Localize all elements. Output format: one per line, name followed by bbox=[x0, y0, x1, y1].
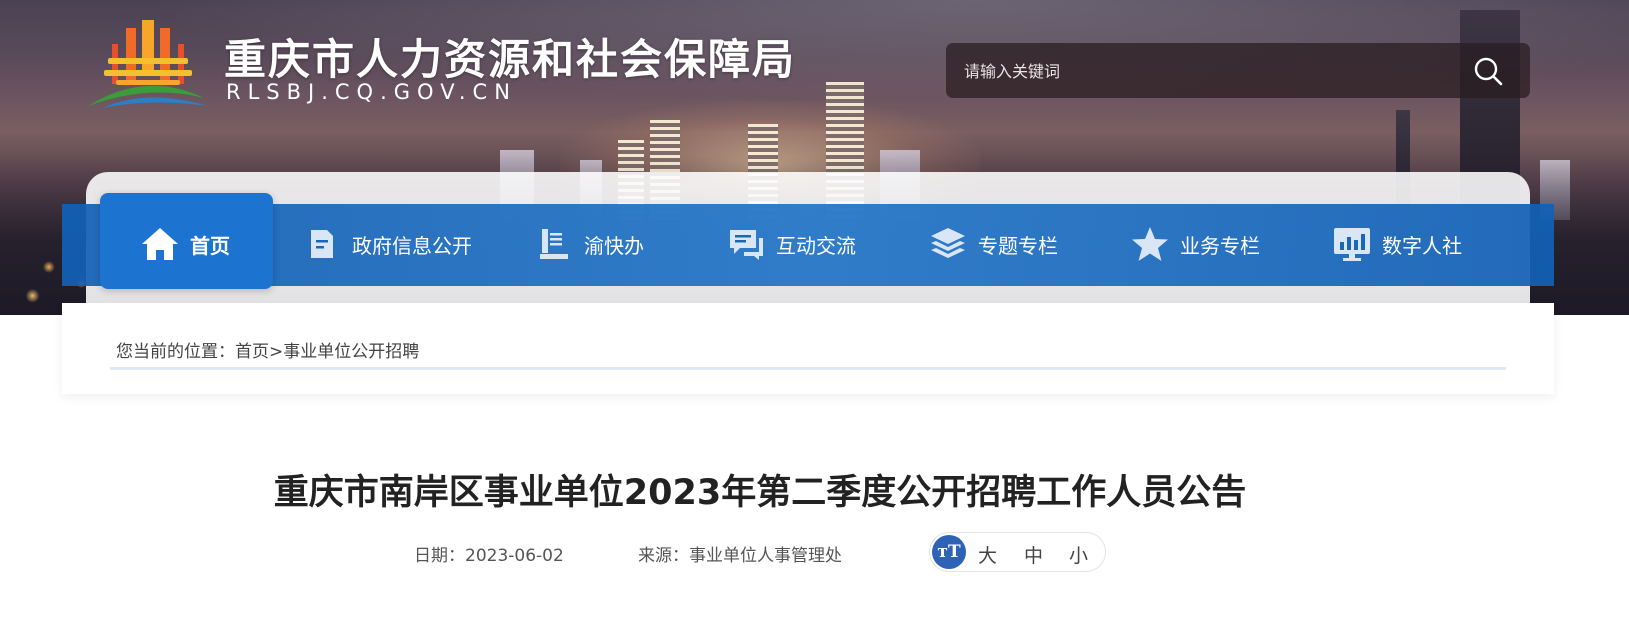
book-icon bbox=[540, 229, 568, 259]
nav-item-gov-info[interactable]: 政府信息公开 bbox=[302, 222, 472, 266]
breadcrumb-current-link[interactable]: 事业单位公开招聘 bbox=[283, 342, 419, 362]
search-box bbox=[946, 43, 1530, 98]
site-title[interactable]: 重庆市人力资源和社会保障局 bbox=[224, 26, 796, 87]
nav-item-label: 专题专栏 bbox=[978, 233, 1058, 258]
nav-item-label: 业务专栏 bbox=[1180, 233, 1260, 258]
font-size-icon: тT bbox=[932, 535, 966, 569]
font-size-medium-button[interactable]: 中 bbox=[1024, 541, 1043, 568]
article-title: 重庆市南岸区事业单位2023年第二季度公开招聘工作人员公告 bbox=[273, 473, 1247, 513]
nav-item-label: 互动交流 bbox=[776, 233, 856, 258]
breadcrumb-prefix: 您当前的位置： bbox=[116, 342, 235, 362]
nav-item-interaction[interactable]: 互动交流 bbox=[726, 222, 856, 266]
nav-item-yukuaiban[interactable]: 渝快办 bbox=[534, 222, 644, 266]
nav-item-label: 首页 bbox=[190, 233, 230, 258]
nav-item-digital[interactable]: 数字人社 bbox=[1332, 222, 1462, 266]
breadcrumb-separator: > bbox=[269, 342, 284, 362]
font-size-large-button[interactable]: 大 bbox=[978, 541, 997, 568]
monitor-chart-icon bbox=[1334, 228, 1370, 261]
bureau-logo[interactable] bbox=[86, 18, 210, 112]
breadcrumb: 您当前的位置：首页>事业单位公开招聘 bbox=[116, 337, 419, 362]
search-input[interactable] bbox=[964, 55, 1444, 87]
nav-item-label: 政府信息公开 bbox=[352, 233, 472, 258]
site-domain: RLSBJ.CQ.GOV.CN bbox=[226, 80, 517, 104]
nav-item-home[interactable]: 首页 bbox=[140, 222, 230, 266]
nav-item-business[interactable]: 业务专栏 bbox=[1130, 222, 1260, 266]
document-icon bbox=[311, 230, 333, 258]
article-date: 日期：2023-06-02 bbox=[414, 546, 564, 566]
home-icon bbox=[142, 228, 178, 260]
nav-item-label: 数字人社 bbox=[1382, 233, 1462, 258]
star-icon bbox=[1132, 227, 1168, 261]
article-source: 来源：事业单位人事管理处 bbox=[638, 546, 842, 566]
layers-icon bbox=[931, 228, 965, 258]
breadcrumb-home-link[interactable]: 首页 bbox=[235, 342, 269, 362]
breadcrumb-underline bbox=[110, 367, 1506, 370]
chat-icon bbox=[730, 230, 763, 260]
nav-item-topics[interactable]: 专题专栏 bbox=[928, 222, 1058, 266]
nav-item-label: 渝快办 bbox=[584, 233, 644, 258]
search-icon[interactable] bbox=[1472, 55, 1504, 87]
font-size-small-button[interactable]: 小 bbox=[1069, 541, 1088, 568]
